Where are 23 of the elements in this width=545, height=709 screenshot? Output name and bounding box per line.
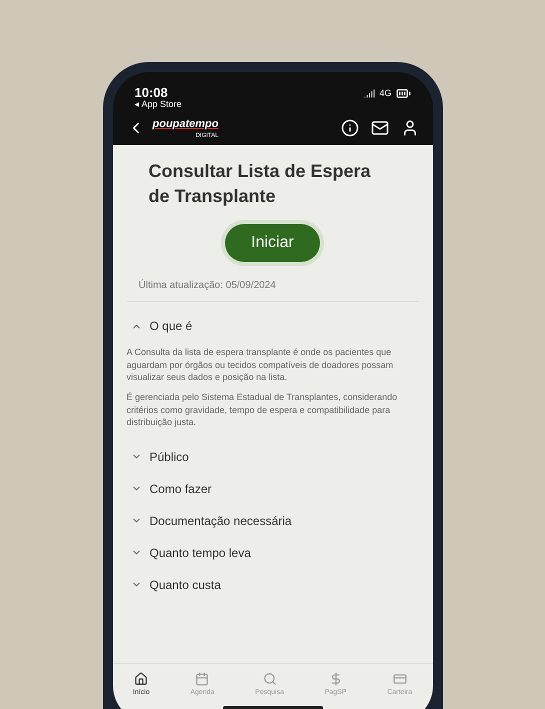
network-label: 4G bbox=[379, 86, 392, 100]
last-update-text: Última atualização: 05/09/2024 bbox=[126, 278, 418, 302]
back-to-app-link[interactable]: ◂ App Store bbox=[134, 99, 182, 110]
signal-icon bbox=[364, 88, 376, 99]
accordion-header[interactable]: Quanto tempo leva bbox=[126, 540, 418, 564]
page-title: Consultar Lista de Espera de Transplante bbox=[148, 160, 372, 208]
search-icon bbox=[262, 672, 277, 686]
accordion-header[interactable]: O que é bbox=[126, 314, 418, 338]
battery-icon bbox=[396, 86, 410, 101]
accordion-header[interactable]: Público bbox=[126, 444, 418, 468]
accessibility-icon[interactable] bbox=[340, 118, 358, 136]
start-button[interactable]: Iniciar bbox=[225, 224, 320, 262]
section-paragraph: É gerenciada pelo Sistema Estadual de Transplantes, considerando critérios como gravidade, tempo de espera e compatibilidade para distribuição justa. bbox=[126, 391, 398, 428]
mail-icon[interactable] bbox=[370, 118, 388, 136]
accordion-header[interactable]: Documentação necessária bbox=[126, 508, 418, 532]
logo-title: poupatempo bbox=[152, 117, 218, 132]
section-paragraph: A Consulta da lista de espera transplante é onde os pacientes que aguardam por órgãos ou tecidos compatíveis de doadores possam visualizar seus dados e posição na lista. bbox=[126, 346, 394, 384]
home-icon bbox=[134, 672, 148, 686]
accordion-header[interactable]: Quanto custa bbox=[126, 572, 418, 596]
accordion-header[interactable]: Como fazer bbox=[126, 476, 418, 500]
card-icon bbox=[392, 672, 407, 686]
calendar-icon bbox=[195, 672, 210, 686]
status-time: 10:08 bbox=[134, 86, 169, 99]
